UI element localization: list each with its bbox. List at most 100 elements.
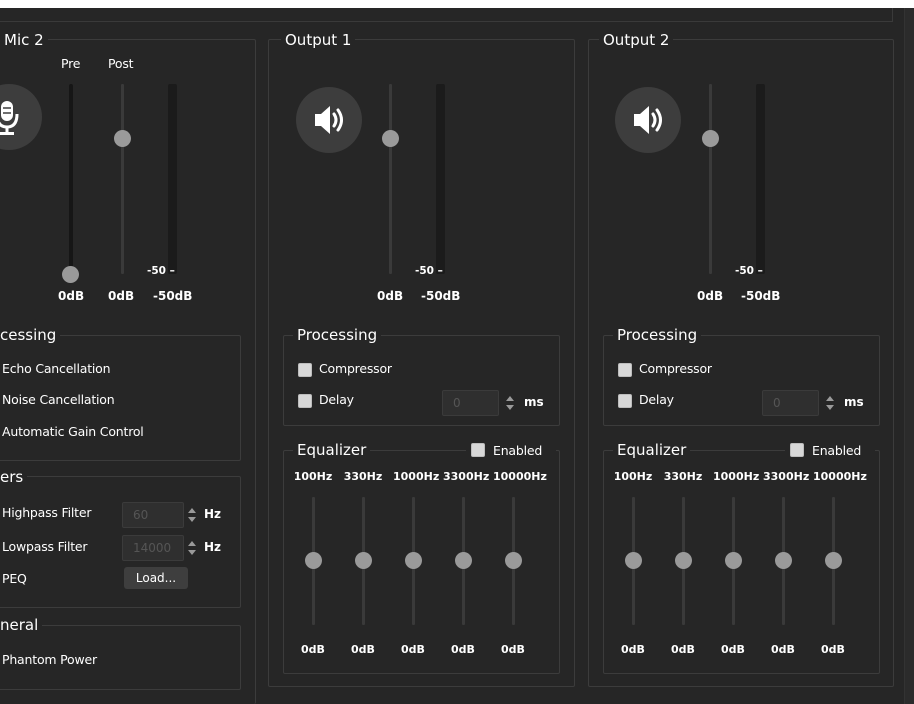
mic2-meter-value: -50dB — [153, 289, 193, 303]
output1-eq-band-value: 0dB — [301, 643, 325, 656]
output1-eq-band-label: 330Hz — [343, 470, 383, 483]
output2-delay-input[interactable]: 0 — [762, 390, 819, 416]
output2-compressor-label: Compressor — [639, 361, 712, 376]
echo-cancellation-label[interactable]: Echo Cancellation — [2, 362, 111, 376]
top-white-bar — [0, 0, 914, 8]
noise-cancellation-label[interactable]: Noise Cancellation — [2, 393, 115, 407]
post-label: Post — [108, 56, 134, 71]
output1-delay-unit: ms — [524, 395, 544, 409]
lowpass-label: Lowpass Filter — [2, 539, 88, 554]
output1-compressor-checkbox[interactable] — [298, 363, 312, 377]
speaker-icon — [634, 106, 662, 134]
output2-eq-band-label: 3300Hz — [763, 470, 810, 483]
output1-eq-enabled-checkbox[interactable] — [471, 443, 485, 457]
mic2-general-title: neral — [0, 617, 43, 633]
output2-eq-band-slider-knob[interactable] — [675, 552, 692, 569]
output2-title: Output 2 — [599, 32, 674, 48]
output2-compressor-checkbox[interactable] — [618, 363, 632, 377]
output1-meter-value: -50dB — [421, 289, 461, 303]
output2-eq-band-value: 0dB — [771, 643, 795, 656]
post-value: 0dB — [108, 289, 135, 303]
output1-eq-band-slider-knob[interactable] — [505, 552, 522, 569]
output2-equalizer-title: Equalizer — [613, 442, 691, 458]
output2-eq-band-label: 10000Hz — [813, 470, 867, 483]
output2-fader-track[interactable] — [709, 84, 712, 274]
microphone-icon — [0, 101, 19, 135]
speaker-icon — [315, 106, 343, 134]
mic2-filters-title: ers — [0, 469, 28, 485]
output2-meter-value: -50dB — [741, 289, 781, 303]
peq-load-button[interactable]: Load... — [124, 567, 188, 589]
output2-eq-band-slider-knob[interactable] — [725, 552, 742, 569]
mic2-meter-mark: -50 – — [147, 265, 175, 277]
output1-eq-band-value: 0dB — [351, 643, 375, 656]
output2-mute-button[interactable] — [615, 87, 681, 153]
output1-delay-checkbox[interactable] — [298, 394, 312, 408]
output1-processing-title: Processing — [293, 327, 382, 343]
output2-eq-band-label: 330Hz — [663, 470, 703, 483]
output1-eq-band-label: 10000Hz — [493, 470, 547, 483]
output1-delay-spinner[interactable] — [503, 390, 517, 416]
output1-eq-band-slider-knob[interactable] — [455, 552, 472, 569]
agc-label[interactable]: Automatic Gain Control — [2, 425, 144, 439]
mic2-processing-title: cessing — [0, 327, 61, 343]
highpass-spinner[interactable] — [185, 502, 199, 528]
output1-eq-band-value: 0dB — [401, 643, 425, 656]
peq-label: PEQ — [2, 571, 27, 586]
output2-delay-spinner[interactable] — [823, 390, 837, 416]
pre-label: Pre — [61, 56, 81, 71]
output1-mute-button[interactable] — [296, 87, 362, 153]
right-edge-scrollbar[interactable] — [904, 8, 914, 704]
output1-fader-track[interactable] — [389, 84, 392, 274]
output1-title: Output 1 — [281, 32, 356, 48]
output1-processing-panel — [283, 335, 560, 426]
output2-processing-title: Processing — [613, 327, 702, 343]
output2-delay-label: Delay — [639, 392, 674, 407]
output1-eq-enabled-label: Enabled — [493, 443, 543, 458]
post-fader-track[interactable] — [121, 84, 124, 274]
pre-fader-knob[interactable] — [62, 266, 79, 283]
output2-eq-enabled-label: Enabled — [812, 443, 862, 458]
output2-eq-band-slider-knob[interactable] — [625, 552, 642, 569]
output1-delay-input[interactable]: 0 — [442, 390, 499, 416]
top-divider — [0, 8, 893, 22]
lowpass-spinner[interactable] — [185, 535, 199, 561]
highpass-unit: Hz — [204, 507, 222, 521]
output2-eq-enabled-checkbox[interactable] — [790, 443, 804, 457]
output2-eq-band-slider-knob[interactable] — [825, 552, 842, 569]
output2-eq-band-slider-knob[interactable] — [775, 552, 792, 569]
output1-compressor-label: Compressor — [319, 361, 392, 376]
pre-fader-track[interactable] — [69, 84, 73, 274]
output1-eq-band-label: 1000Hz — [393, 470, 440, 483]
output1-fader-value: 0dB — [377, 289, 404, 303]
output2-meter-mark: -50 – — [735, 265, 763, 277]
output2-delay-checkbox[interactable] — [618, 394, 632, 408]
output1-eq-band-label: 100Hz — [293, 470, 333, 483]
output2-processing-panel — [603, 335, 880, 426]
output2-eq-band-value: 0dB — [721, 643, 745, 656]
output1-fader-knob[interactable] — [382, 130, 399, 147]
output1-eq-band-slider-knob[interactable] — [305, 552, 322, 569]
output2-fader-value: 0dB — [697, 289, 724, 303]
mic2-level-meter — [168, 84, 177, 274]
lowpass-input[interactable]: 14000 — [122, 535, 184, 561]
output1-meter-mark: -50 – — [415, 265, 443, 277]
post-fader-knob[interactable] — [114, 130, 131, 147]
output1-level-meter — [436, 84, 445, 274]
output2-delay-unit: ms — [844, 395, 864, 409]
output1-eq-band-value: 0dB — [501, 643, 525, 656]
output2-fader-knob[interactable] — [702, 130, 719, 147]
output2-eq-band-value: 0dB — [821, 643, 845, 656]
output1-delay-label: Delay — [319, 392, 354, 407]
phantom-power-label[interactable]: Phantom Power — [2, 653, 97, 667]
highpass-input[interactable]: 60 — [122, 502, 184, 528]
output1-eq-band-slider-knob[interactable] — [355, 552, 372, 569]
lowpass-unit: Hz — [204, 540, 222, 554]
mic2-title: Mic 2 — [0, 32, 48, 48]
output1-eq-band-slider-knob[interactable] — [405, 552, 422, 569]
mic-button[interactable] — [0, 84, 42, 150]
output2-eq-band-value: 0dB — [671, 643, 695, 656]
pre-value: 0dB — [58, 289, 85, 303]
output1-eq-band-label: 3300Hz — [443, 470, 490, 483]
highpass-label: Highpass Filter — [2, 505, 92, 520]
